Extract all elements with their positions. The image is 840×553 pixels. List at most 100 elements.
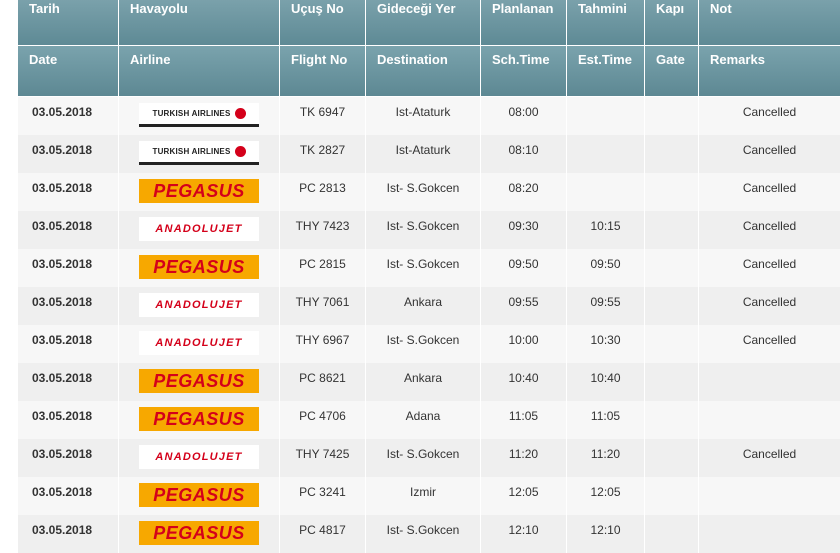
cell-gate: [645, 97, 699, 135]
cell-date: 03.05.2018: [18, 401, 119, 439]
cell-date: 03.05.2018: [18, 173, 119, 211]
cell-gate: [645, 363, 699, 401]
cell-date: 03.05.2018: [18, 325, 119, 363]
cell-airline: TURKISH AIRLINES: [119, 97, 280, 135]
cell-sch-time: 11:05: [481, 401, 567, 439]
logo-text: ANADOLUJET: [155, 299, 243, 311]
pegasus-logo: PEGASUS: [139, 483, 259, 507]
cell-airline: PEGASUS: [119, 401, 280, 439]
cell-flight-no: PC 4706: [280, 401, 366, 439]
crane-mark-icon: [234, 146, 246, 157]
cell-airline: TURKISH AIRLINES: [119, 135, 280, 173]
cell-est-time: [567, 173, 645, 211]
cell-flight-no: TK 6947: [280, 97, 366, 135]
crane-mark-icon: [234, 108, 246, 119]
header-airline-en: Airline: [119, 46, 280, 96]
cell-gate: [645, 477, 699, 515]
cell-sch-time: 08:10: [481, 135, 567, 173]
cell-flight-no: THY 6967: [280, 325, 366, 363]
header-sch-time-en: Sch.Time: [481, 46, 567, 96]
cell-est-time: 09:50: [567, 249, 645, 287]
pegasus-logo: PEGASUS: [139, 369, 259, 393]
pegasus-logo: PEGASUS: [139, 407, 259, 431]
cell-date: 03.05.2018: [18, 363, 119, 401]
logo-text: ANADOLUJET: [155, 451, 243, 463]
cell-date: 03.05.2018: [18, 287, 119, 325]
header-sch-time-tr: Planlanan: [481, 0, 567, 45]
logo-text: TURKISH AIRLINES: [152, 147, 231, 156]
cell-airline: ANADOLUJET: [119, 325, 280, 363]
cell-flight-no: THY 7061: [280, 287, 366, 325]
cell-gate: [645, 287, 699, 325]
table-row: 03.05.2018 TURKISH AIRLINES TK 6947 Ist-Ata…: [18, 97, 840, 135]
cell-destination: Ist- S.Gokcen: [366, 249, 481, 287]
header-row-english: Date Airline Flight No Destination Sch.T…: [18, 46, 840, 96]
table-row: 03.05.2018 PEGASUS PC 8621 Ankara 10:40 10:40: [18, 363, 840, 401]
cell-date: 03.05.2018: [18, 97, 119, 135]
cell-gate: [645, 173, 699, 211]
cell-remarks: Cancelled: [742, 333, 797, 347]
cell-gate: [645, 249, 699, 287]
cell-date: 03.05.2018: [18, 439, 119, 477]
cell-remarks: Cancelled: [742, 181, 797, 195]
header-date-en: Date: [18, 46, 119, 96]
cell-destination: Ankara: [366, 363, 481, 401]
cell-flight-no: PC 2813: [280, 173, 366, 211]
anadolujet-logo: ANADOLUJET: [139, 331, 259, 355]
cell-est-time: 12:10: [567, 515, 645, 553]
cell-sch-time: 08:20: [481, 173, 567, 211]
anadolujet-logo: ANADOLUJET: [139, 445, 259, 469]
cell-sch-time: 12:05: [481, 477, 567, 515]
cell-date: 03.05.2018: [18, 249, 119, 287]
cell-flight-no: PC 2815: [280, 249, 366, 287]
cell-flight-no: PC 4817: [280, 515, 366, 553]
cell-remarks: [699, 515, 840, 553]
table-row: 03.05.2018 PEGASUS PC 2815 Ist- S.Gokcen 09:…: [18, 249, 840, 287]
cell-sch-time: 08:00: [481, 97, 567, 135]
header-gate-tr: Kapı: [645, 0, 699, 45]
header-remarks-tr: Not: [699, 0, 840, 45]
cell-gate: [645, 439, 699, 477]
logo-text: TURKISH AIRLINES: [152, 109, 231, 118]
cell-gate: [645, 211, 699, 249]
cell-destination: Ist- S.Gokcen: [366, 439, 481, 477]
header-destination-en: Destination: [366, 46, 481, 96]
cell-airline: ANADOLUJET: [119, 439, 280, 477]
header-est-time-en: Est.Time: [567, 46, 645, 96]
table-row: 03.05.2018 ANADOLUJET THY 7425 Ist- S.Gokce…: [18, 439, 840, 477]
logo-text: ANADOLUJET: [155, 223, 243, 235]
header-gate-en: Gate: [645, 46, 699, 96]
cell-airline: PEGASUS: [119, 173, 280, 211]
cell-destination: Ist- S.Gokcen: [366, 211, 481, 249]
cell-destination: Ist- S.Gokcen: [366, 173, 481, 211]
cell-remarks: [699, 477, 840, 515]
cell-sch-time: 09:30: [481, 211, 567, 249]
cell-destination: Ankara: [366, 287, 481, 325]
header-row-turkish: Tarih Havayolu Uçuş No Gideceği Yer Plan…: [18, 0, 840, 45]
pegasus-logo: PEGASUS: [139, 521, 259, 545]
pegasus-logo: PEGASUS: [139, 255, 259, 279]
header-est-time-tr: Tahmini: [567, 0, 645, 45]
cell-airline: ANADOLUJET: [119, 211, 280, 249]
cell-airline: ANADOLUJET: [119, 287, 280, 325]
cell-remarks: [699, 401, 840, 439]
cell-est-time: 10:30: [567, 325, 645, 363]
logo-text: PEGASUS: [153, 522, 245, 543]
logo-text: ANADOLUJET: [155, 337, 243, 349]
cell-sch-time: 09:55: [481, 287, 567, 325]
departures-board: Tarih Havayolu Uçuş No Gideceği Yer Plan…: [18, 0, 840, 553]
cell-est-time: 12:05: [567, 477, 645, 515]
cell-airline: PEGASUS: [119, 249, 280, 287]
cell-remarks: [699, 363, 840, 401]
table-row: 03.05.2018 PEGASUS PC 4706 Adana 11:05 11:05: [18, 401, 840, 439]
cell-destination: Ist-Ataturk: [366, 135, 481, 173]
cell-airline: PEGASUS: [119, 515, 280, 553]
table-row: 03.05.2018 PEGASUS PC 2813 Ist- S.Gokcen 08:…: [18, 173, 840, 211]
cell-flight-no: PC 8621: [280, 363, 366, 401]
header-date-tr: Tarih: [18, 0, 119, 45]
cell-gate: [645, 135, 699, 173]
anadolujet-logo: ANADOLUJET: [139, 293, 259, 317]
cell-remarks: Cancelled: [742, 447, 797, 461]
cell-est-time: [567, 135, 645, 173]
cell-sch-time: 11:20: [481, 439, 567, 477]
